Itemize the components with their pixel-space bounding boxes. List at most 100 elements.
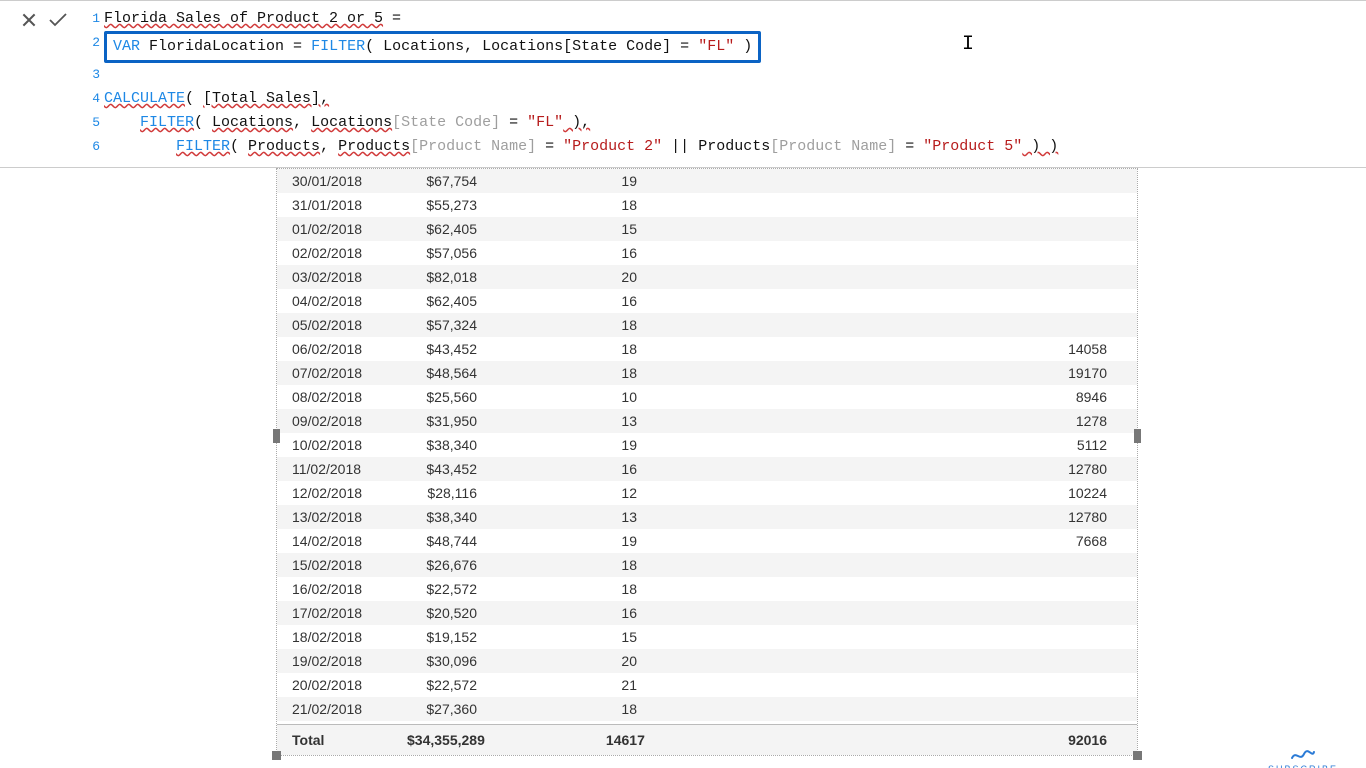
data-grid-body[interactable]: 30/01/2018$67,7541931/01/2018$55,2731801…	[277, 169, 1137, 724]
cell-col4	[657, 289, 1137, 313]
table-row[interactable]: 16/02/2018$22,57218	[277, 577, 1137, 601]
table-row[interactable]: 05/02/2018$57,32418	[277, 313, 1137, 337]
cell-amount: $57,056	[397, 241, 517, 265]
cell-date: 30/01/2018	[277, 169, 397, 193]
cell-date: 08/02/2018	[277, 385, 397, 409]
cell-date: 09/02/2018	[277, 409, 397, 433]
cell-col4: 7668	[657, 529, 1137, 553]
table-row[interactable]: 17/02/2018$20,52016	[277, 601, 1137, 625]
cell-date: 19/02/2018	[277, 649, 397, 673]
cell-col3: 18	[517, 361, 657, 385]
commit-button[interactable]	[48, 11, 68, 32]
cell-col4	[657, 601, 1137, 625]
table-row[interactable]: 04/02/2018$62,40516	[277, 289, 1137, 313]
data-grid: 30/01/2018$67,7541931/01/2018$55,2731801…	[277, 169, 1137, 755]
cell-amount: $20,520	[397, 601, 517, 625]
cell-col4: 10224	[657, 481, 1137, 505]
cell-col4	[657, 265, 1137, 289]
formula-bar-controls	[0, 1, 86, 32]
cell-col3: 16	[517, 289, 657, 313]
table-visual[interactable]: 30/01/2018$67,7541931/01/2018$55,2731801…	[276, 168, 1138, 756]
table-row[interactable]: 18/02/2018$19,15215	[277, 625, 1137, 649]
cell-col4: 19170	[657, 361, 1137, 385]
highlighted-var-definition: VAR FloridaLocation = FILTER( Locations,…	[104, 31, 761, 63]
data-grid-total-row: Total $34,355,289 14617 92016	[277, 724, 1137, 755]
cell-col3: 13	[517, 505, 657, 529]
cell-col3: 13	[517, 409, 657, 433]
cell-col4: 12780	[657, 457, 1137, 481]
total-col3: 14617	[525, 725, 665, 755]
resize-handle-bottom-left[interactable]	[272, 751, 281, 760]
text-cursor-icon: I	[962, 33, 974, 57]
cell-col3: 19	[517, 169, 657, 193]
table-row[interactable]: 11/02/2018$43,4521612780	[277, 457, 1137, 481]
cell-amount: $62,405	[397, 217, 517, 241]
table-row[interactable]: 08/02/2018$25,560108946	[277, 385, 1137, 409]
table-row[interactable]: 30/01/2018$67,75419	[277, 169, 1137, 193]
cell-col3: 18	[517, 313, 657, 337]
report-canvas[interactable]: 30/01/2018$67,7541931/01/2018$55,2731801…	[0, 168, 1366, 768]
cell-date: 16/02/2018	[277, 577, 397, 601]
table-row[interactable]: 03/02/2018$82,01820	[277, 265, 1137, 289]
cell-col3: 10	[517, 385, 657, 409]
cell-col3: 16	[517, 241, 657, 265]
cell-col4: 5112	[657, 433, 1137, 457]
cell-amount: $22,572	[397, 673, 517, 697]
table-row[interactable]: 01/02/2018$62,40515	[277, 217, 1137, 241]
cell-date: 18/02/2018	[277, 625, 397, 649]
total-amount: $34,355,289	[397, 725, 525, 755]
resize-handle-left[interactable]	[273, 429, 280, 443]
resize-handle-right[interactable]	[1134, 429, 1141, 443]
cell-date: 12/02/2018	[277, 481, 397, 505]
cell-col3: 21	[517, 673, 657, 697]
table-row[interactable]: 09/02/2018$31,950131278	[277, 409, 1137, 433]
cell-col4: 1278	[657, 409, 1137, 433]
cell-col4	[657, 577, 1137, 601]
cell-date: 20/02/2018	[277, 673, 397, 697]
cell-col4	[657, 673, 1137, 697]
cell-col4	[657, 553, 1137, 577]
cell-amount: $27,360	[397, 697, 517, 721]
table-row[interactable]: 02/02/2018$57,05616	[277, 241, 1137, 265]
cell-amount: $30,096	[397, 649, 517, 673]
cell-date: 07/02/2018	[277, 361, 397, 385]
table-row[interactable]: 14/02/2018$48,744197668	[277, 529, 1137, 553]
resize-handle-bottom-right[interactable]	[1133, 751, 1142, 760]
cell-col3: 19	[517, 529, 657, 553]
cell-col3: 18	[517, 577, 657, 601]
cell-col3: 20	[517, 265, 657, 289]
table-row[interactable]: 21/02/2018$27,36018	[277, 697, 1137, 721]
line-number: 3	[86, 63, 104, 87]
cell-date: 14/02/2018	[277, 529, 397, 553]
dax-editor[interactable]: I 1 Florida Sales of Product 2 or 5 = 2 …	[86, 1, 1366, 167]
table-row[interactable]: 13/02/2018$38,3401312780	[277, 505, 1137, 529]
cell-col4: 12780	[657, 505, 1137, 529]
cell-date: 31/01/2018	[277, 193, 397, 217]
cell-date: 06/02/2018	[277, 337, 397, 361]
table-row[interactable]: 15/02/2018$26,67618	[277, 553, 1137, 577]
cell-col4	[657, 193, 1137, 217]
cell-date: 03/02/2018	[277, 265, 397, 289]
cell-amount: $25,560	[397, 385, 517, 409]
cell-col4	[657, 313, 1137, 337]
table-row[interactable]: 19/02/2018$30,09620	[277, 649, 1137, 673]
table-row[interactable]: 20/02/2018$22,57221	[277, 673, 1137, 697]
cell-col3: 18	[517, 697, 657, 721]
cell-col4	[657, 649, 1137, 673]
cell-col4	[657, 241, 1137, 265]
cell-date: 11/02/2018	[277, 457, 397, 481]
table-row[interactable]: 06/02/2018$43,4521814058	[277, 337, 1137, 361]
cell-date: 10/02/2018	[277, 433, 397, 457]
cancel-button[interactable]	[20, 11, 38, 32]
table-row[interactable]: 31/01/2018$55,27318	[277, 193, 1137, 217]
cell-amount: $57,324	[397, 313, 517, 337]
table-row[interactable]: 12/02/2018$28,1161210224	[277, 481, 1137, 505]
cell-col3: 18	[517, 337, 657, 361]
cell-amount: $38,340	[397, 433, 517, 457]
cell-date: 04/02/2018	[277, 289, 397, 313]
table-row[interactable]: 07/02/2018$48,5641819170	[277, 361, 1137, 385]
cell-amount: $48,744	[397, 529, 517, 553]
table-row[interactable]: 10/02/2018$38,340195112	[277, 433, 1137, 457]
cell-amount: $28,116	[397, 481, 517, 505]
cell-amount: $43,452	[397, 457, 517, 481]
